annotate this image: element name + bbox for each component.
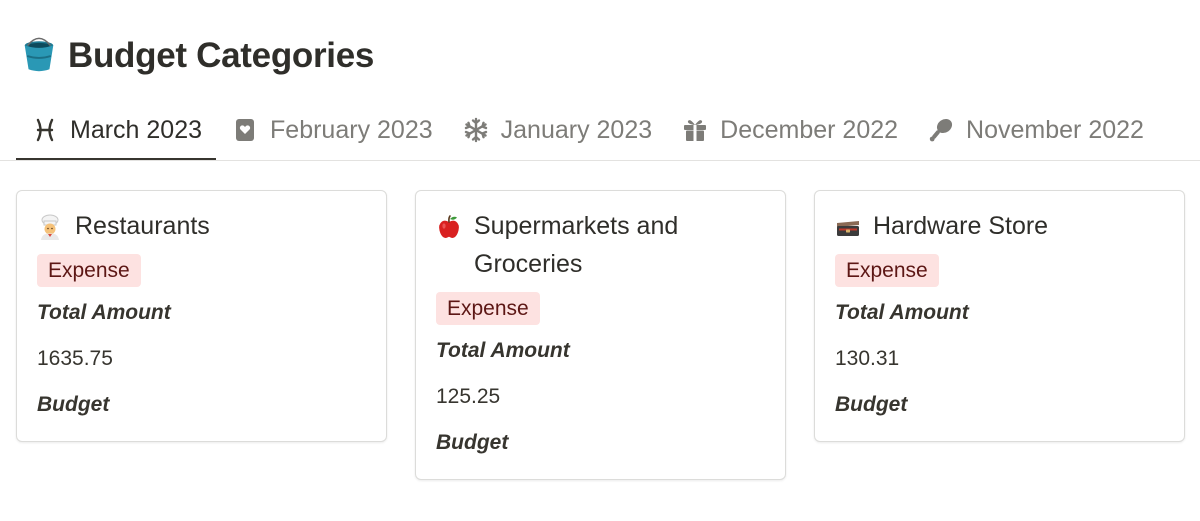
tab-label: February 2023 xyxy=(270,115,433,144)
tab-december-2022[interactable]: December 2022 xyxy=(666,100,912,160)
card-title: Restaurants xyxy=(75,212,210,240)
card-header: Restaurants xyxy=(37,207,366,245)
page-header: Budget Categories xyxy=(20,36,374,76)
total-amount-label: Total Amount xyxy=(436,339,570,362)
type-tag: Expense xyxy=(37,254,141,287)
card-title: Hardware Store xyxy=(873,212,1049,240)
apple-icon xyxy=(439,215,459,238)
tab-label: December 2022 xyxy=(720,115,899,144)
budget-label: Budget xyxy=(835,393,908,416)
category-card-supermarkets[interactable]: Supermarkets and Groceries Expense Total… xyxy=(415,190,786,480)
total-amount-label: Total Amount xyxy=(835,301,969,324)
page-title: Budget Categories xyxy=(68,36,375,75)
tab-label: November 2022 xyxy=(966,115,1144,144)
page: Budget Categories March 2023 February 20… xyxy=(0,0,1200,521)
tab-january-2023[interactable]: January 2023 xyxy=(447,100,667,160)
total-amount-value: 130.31 xyxy=(835,347,900,370)
type-tag: Expense xyxy=(835,254,939,287)
card-title: Supermarkets and Groceries xyxy=(474,212,679,278)
card-header: Hardware Store xyxy=(835,207,1164,245)
tab-label: March 2023 xyxy=(70,115,203,144)
type-tag: Expense xyxy=(436,292,540,325)
tab-february-2023[interactable]: February 2023 xyxy=(216,100,447,160)
tab-november-2022[interactable]: November 2022 xyxy=(912,100,1158,160)
budget-label: Budget xyxy=(37,393,110,416)
tabs-divider xyxy=(0,160,1200,161)
category-card-restaurants[interactable]: Restaurants Expense Total Amount 1635.75… xyxy=(16,190,387,442)
snowflake-icon xyxy=(464,117,487,143)
total-amount-value: 1635.75 xyxy=(37,347,113,370)
budget-label: Budget xyxy=(436,431,509,454)
month-tabs: March 2023 February 2023 January 2023 De… xyxy=(16,100,1200,160)
drumstick-icon xyxy=(929,118,953,142)
bucket-icon xyxy=(24,37,54,72)
pisces-icon xyxy=(36,118,54,142)
category-gallery: Restaurants Expense Total Amount 1635.75… xyxy=(16,190,1200,480)
total-amount-label: Total Amount xyxy=(37,301,171,324)
category-card-hardware-store[interactable]: Hardware Store Expense Total Amount 130.… xyxy=(814,190,1185,442)
gift-icon xyxy=(684,120,707,141)
tab-march-2023[interactable]: March 2023 xyxy=(16,100,217,160)
heart-card-icon xyxy=(236,119,255,141)
toolbox-icon xyxy=(837,221,859,236)
total-amount-value: 125.25 xyxy=(436,385,501,408)
chef-icon xyxy=(41,214,59,240)
card-header: Supermarkets and Groceries xyxy=(436,207,765,283)
tab-label: January 2023 xyxy=(500,115,653,144)
